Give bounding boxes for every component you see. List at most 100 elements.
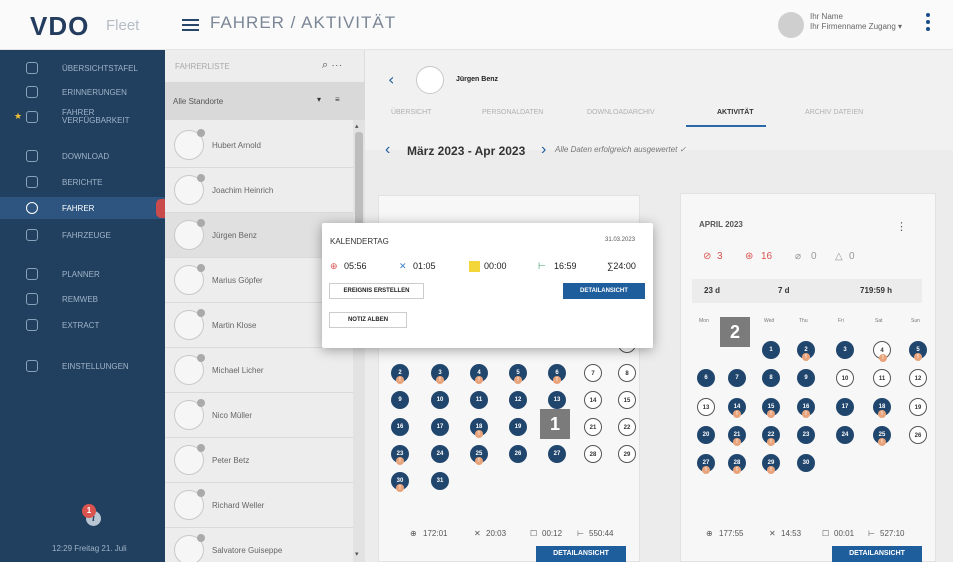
list-item[interactable]: Salvatore Guiseppe	[165, 528, 353, 562]
sidebar-item-reports[interactable]: BERICHTE	[0, 171, 165, 193]
list-item[interactable]: Hubert Arnold	[165, 123, 353, 168]
calendar-day[interactable]: 15	[618, 391, 636, 409]
calendar-day[interactable]: 2!	[797, 341, 815, 361]
calendar-day[interactable]: 5!	[509, 364, 527, 384]
calendar-day[interactable]: 23!	[391, 445, 409, 465]
calendar-day[interactable]: 10	[836, 369, 854, 387]
sidebar-item-remweb[interactable]: REMWEB	[0, 288, 165, 310]
menu-icon[interactable]	[182, 19, 199, 31]
calendar-day[interactable]: 13	[548, 391, 566, 409]
calendar-day[interactable]: 7	[728, 369, 746, 387]
calendar-day[interactable]: 8	[618, 364, 636, 382]
list-item[interactable]: Nico Müller	[165, 393, 353, 438]
calendar-day[interactable]: 22!	[762, 426, 780, 446]
calendar-day[interactable]: 25!	[470, 445, 488, 465]
list-item[interactable]: Richard Weller	[165, 483, 353, 528]
calendar-day[interactable]: 18!	[873, 398, 891, 418]
calendar-day[interactable]: 3	[836, 341, 854, 359]
calendar-day[interactable]: 1	[762, 341, 780, 359]
calendar-day[interactable]: 23	[797, 426, 815, 444]
list-search[interactable]: FAHRERLISTE ⌕ ⋯	[165, 50, 365, 82]
detail-button[interactable]: DETAILANSICHT	[536, 546, 626, 562]
sidebar-item-drivers[interactable]: FAHRER	[0, 197, 165, 219]
tab-overview[interactable]: ÜBERSICHT	[391, 109, 431, 116]
sidebar-item-settings[interactable]: EINSTELLUNGEN	[0, 355, 165, 377]
calendar-day[interactable]: 19	[909, 398, 927, 416]
calendar-day[interactable]: 21	[584, 418, 602, 436]
calendar-day[interactable]: 30!	[391, 472, 409, 492]
calendar-day[interactable]: 6!	[548, 364, 566, 384]
calendar-day[interactable]: 11	[470, 391, 488, 409]
list-item[interactable]: Peter Betz	[165, 438, 353, 483]
calendar-day[interactable]: 4!	[470, 364, 488, 384]
calendar-day[interactable]: 16	[391, 418, 409, 436]
create-event-button[interactable]: EREIGNIS ERSTELLEN	[329, 283, 424, 299]
chevron-down-icon[interactable]: ▾	[355, 550, 359, 558]
calendar-day[interactable]: 16!	[797, 398, 815, 418]
calendar-day[interactable]: 24	[836, 426, 854, 444]
calendar-day[interactable]: 5!	[909, 341, 927, 361]
calendar-day[interactable]: 19	[509, 418, 527, 436]
calendar-day[interactable]: 4!	[873, 341, 891, 362]
tab-archive[interactable]: ARCHIV DATEIEN	[805, 109, 863, 116]
more-icon[interactable]	[926, 13, 930, 37]
more-icon[interactable]: ⋮	[896, 220, 907, 233]
calendar-day[interactable]: 12	[509, 391, 527, 409]
calendar-day[interactable]: 6	[697, 369, 715, 387]
sidebar-item-dashboard[interactable]: ÜBERSICHTSTAFEL	[0, 57, 165, 79]
calendar-day[interactable]: 9	[797, 369, 815, 387]
calendar-day[interactable]: 27!	[697, 454, 715, 474]
list-item[interactable]: Michael Licher	[165, 348, 353, 393]
sidebar-item-extract[interactable]: EXTRACT	[0, 314, 165, 336]
sidebar-item-planner[interactable]: PLANNER	[0, 263, 165, 285]
calendar-day[interactable]: 13	[697, 398, 715, 416]
calendar-day[interactable]: 12	[909, 369, 927, 387]
chevron-up-icon[interactable]: ▴	[355, 122, 359, 130]
calendar-day[interactable]: 11	[873, 369, 891, 387]
calendar-day[interactable]: 2!	[391, 364, 409, 384]
detail-button[interactable]: DETAILANSICHT	[832, 546, 922, 562]
search-icon[interactable]: ⌕ ⋯	[322, 59, 342, 72]
sidebar-item-availability[interactable]: ★ FAHRER VERFÜGBARKEIT	[0, 106, 165, 128]
prev-icon[interactable]: ‹	[385, 141, 390, 159]
calendar-day[interactable]: 28!	[728, 454, 746, 474]
calendar-day[interactable]: 14	[584, 391, 602, 409]
tab-activity[interactable]: AKTIVITÄT	[717, 109, 754, 116]
calendar-day[interactable]: 31	[431, 472, 449, 490]
calendar-day[interactable]: 17	[431, 418, 449, 436]
calendar-day[interactable]: 26	[909, 426, 927, 444]
detail-view-button[interactable]: DETAILANSICHT	[563, 283, 645, 299]
sidebar-item-reminders[interactable]: ERINNERUNGEN	[0, 81, 165, 103]
tab-download-archive[interactable]: DOWNLOADARCHIV	[587, 109, 655, 116]
calendar-day[interactable]: 29	[618, 445, 636, 463]
next-icon[interactable]: ›	[541, 141, 546, 159]
calendar-day[interactable]: 28	[584, 445, 602, 463]
calendar-day[interactable]: 20	[697, 426, 715, 444]
calendar-day[interactable]: 27	[548, 445, 566, 463]
tab-personal[interactable]: PERSONALDATEN	[482, 109, 543, 116]
calendar-day[interactable]: 24	[431, 445, 449, 463]
calendar-day[interactable]: 14!	[728, 398, 746, 418]
note-button[interactable]: NOTIZ ALBEN	[329, 312, 407, 328]
sidebar-item-vehicles[interactable]: FAHRZEUGE	[0, 224, 165, 246]
calendar-day[interactable]: 30	[797, 454, 815, 472]
calendar-day[interactable]: 8	[762, 369, 780, 387]
calendar-day[interactable]: 21!	[728, 426, 746, 446]
calendar-day[interactable]: 3!	[431, 364, 449, 384]
back-icon[interactable]: ‹	[388, 70, 394, 89]
calendar-day[interactable]: 29!	[762, 454, 780, 474]
calendar-day[interactable]: 9	[391, 391, 409, 409]
calendar-day[interactable]: 26	[509, 445, 527, 463]
calendar-day[interactable]: 15!	[762, 398, 780, 418]
calendar-day[interactable]: 25!	[873, 426, 891, 446]
sidebar-item-download[interactable]: DOWNLOAD	[0, 145, 165, 167]
filter-icon[interactable]: ≡	[335, 95, 340, 104]
user-menu[interactable]: Ihr Name Ihr Firmenname Zugang ▾	[810, 12, 902, 32]
calendar-day[interactable]: 22	[618, 418, 636, 436]
location-select[interactable]: Alle Standorte ▾ ≡	[165, 82, 365, 120]
calendar-day[interactable]: 17	[836, 398, 854, 416]
list-item[interactable]: Joachim Heinrich	[165, 168, 353, 213]
calendar-day[interactable]: 18!	[470, 418, 488, 438]
calendar-day[interactable]: 10	[431, 391, 449, 409]
calendar-day[interactable]: 7	[584, 364, 602, 382]
